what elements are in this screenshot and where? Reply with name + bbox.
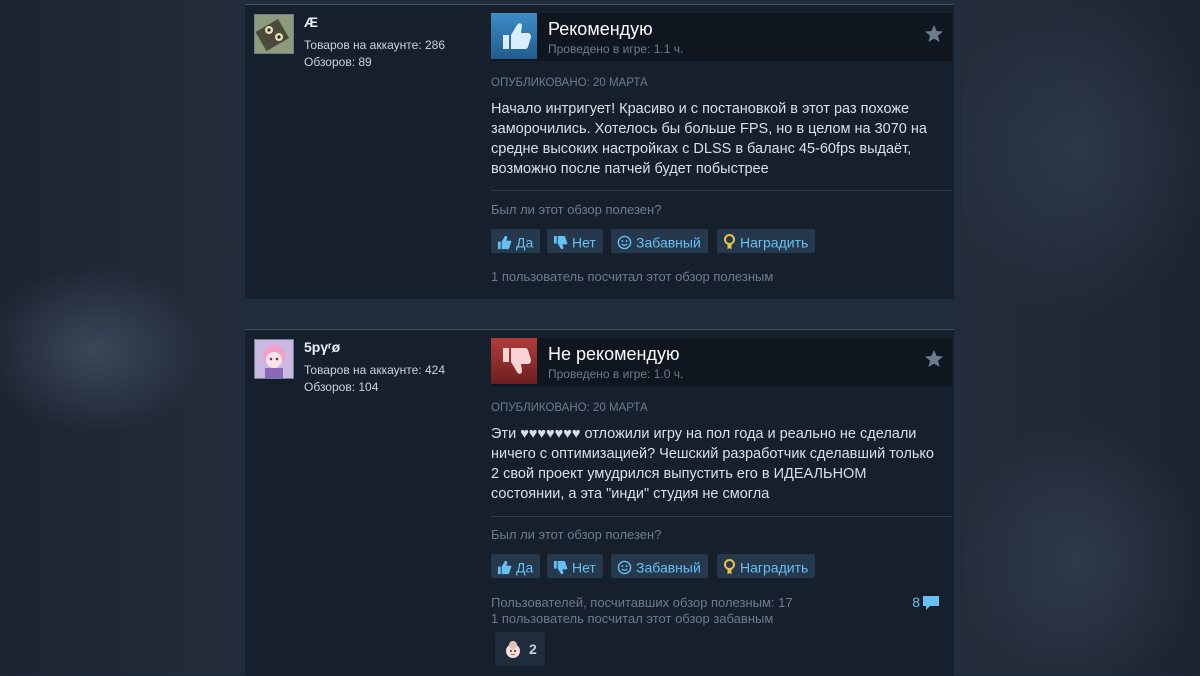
products-count[interactable]: Товаров на аккаунте: 424	[304, 363, 445, 377]
award-label: Наградить	[740, 559, 809, 576]
thumbs-up-icon	[491, 13, 537, 59]
thumbs-down-icon	[553, 560, 568, 574]
award-button[interactable]: Наградить	[717, 229, 816, 253]
hours-played: Проведено в игре: 1.1 ч.	[548, 42, 684, 56]
thumbs-up-icon	[497, 235, 512, 249]
vote-yes-label: Да	[516, 559, 534, 576]
helpful-count: Пользователей, посчитавших обзор полезны…	[491, 595, 793, 610]
divider	[491, 190, 952, 191]
award-reaction[interactable]: 2	[495, 632, 545, 666]
award-reaction-icon	[506, 641, 520, 658]
hours-played: Проведено в игре: 1.0 ч.	[548, 367, 684, 381]
avatar[interactable]	[254, 14, 294, 54]
helpful-question: Был ли этот обзор полезен?	[491, 202, 662, 217]
award-button[interactable]: Наградить	[717, 554, 816, 578]
vote-funny-button[interactable]: Забавный	[611, 554, 708, 578]
thumbs-down-icon	[553, 235, 568, 249]
recommendation-title[interactable]: Рекомендую	[548, 19, 653, 40]
award-label: Наградить	[740, 234, 809, 251]
reviews-count[interactable]: Обзоров: 104	[304, 380, 378, 394]
username[interactable]: 5pγʳø	[304, 339, 340, 355]
thumbs-down-icon	[491, 338, 537, 384]
helpful-question: Был ли этот обзор полезен?	[491, 527, 662, 542]
reviews-count[interactable]: Обзоров: 89	[304, 55, 372, 69]
vote-funny-button[interactable]: Забавный	[611, 229, 708, 253]
vote-funny-label: Забавный	[636, 559, 701, 576]
comments-link[interactable]: 8	[912, 594, 940, 611]
star-icon[interactable]	[924, 24, 944, 44]
posted-date: ОПУБЛИКОВАНО: 20 МАРТА	[491, 77, 648, 89]
vote-no-label: Нет	[572, 559, 596, 576]
products-count[interactable]: Товаров на аккаунте: 286	[304, 38, 445, 52]
thumbs-up-icon	[497, 560, 512, 574]
vote-header[interactable]: Не рекомендую Проведено в игре: 1.0 ч.	[491, 338, 952, 386]
recommendation-title[interactable]: Не рекомендую	[548, 344, 679, 365]
funny-count: 1 пользователь посчитал этот обзор забав…	[491, 611, 774, 626]
vote-funny-label: Забавный	[636, 234, 701, 251]
helpful-count: 1 пользователь посчитал этот обзор полез…	[491, 269, 774, 284]
review-text: Эти ♥♥♥♥♥♥♥ отложили игру на пол года и …	[491, 426, 935, 502]
smile-icon	[617, 560, 632, 575]
smile-icon	[617, 235, 632, 250]
award-icon	[724, 559, 735, 575]
vote-yes-label: Да	[516, 234, 534, 251]
divider	[491, 516, 952, 517]
award-reaction-count: 2	[529, 641, 537, 657]
comment-bubble-icon	[923, 596, 939, 611]
vote-header[interactable]: Рекомендую Проведено в игре: 1.1 ч.	[491, 13, 952, 61]
username[interactable]: Æ	[304, 14, 318, 30]
vote-yes-button[interactable]: Да	[491, 229, 541, 253]
posted-date: ОПУБЛИКОВАНО: 20 МАРТА	[491, 402, 648, 414]
review-text: Начало интригует! Красиво и с постановко…	[491, 101, 927, 177]
star-icon[interactable]	[924, 349, 944, 369]
comments-count: 8	[912, 594, 920, 610]
review-card: 5pγʳø Товаров на аккаунте: 424 Обзоров: …	[245, 329, 954, 676]
vote-yes-button[interactable]: Да	[491, 554, 541, 578]
avatar[interactable]	[254, 339, 294, 379]
review-card: Æ Товаров на аккаунте: 286 Обзоров: 89 Р…	[245, 4, 954, 299]
vote-no-button[interactable]: Нет	[547, 554, 603, 578]
vote-no-button[interactable]: Нет	[547, 229, 603, 253]
award-icon	[724, 234, 735, 250]
vote-no-label: Нет	[572, 234, 596, 251]
